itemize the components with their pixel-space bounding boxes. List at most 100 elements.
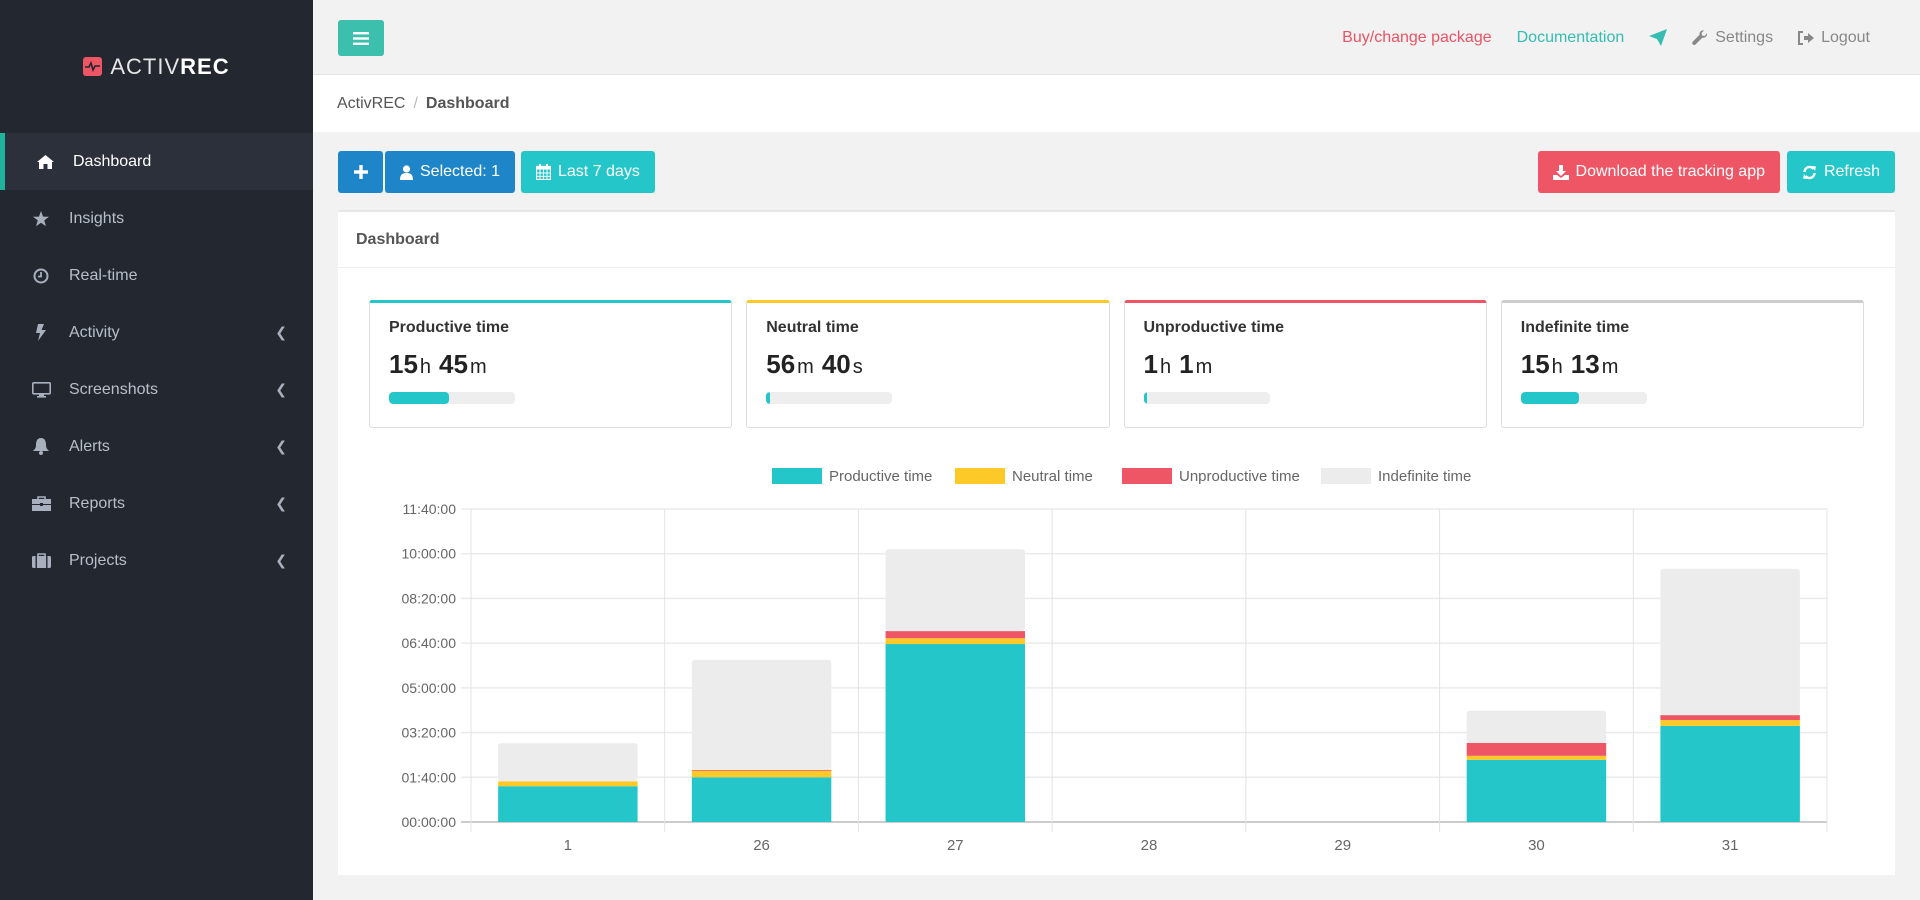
legend-label: Productive time	[829, 468, 932, 485]
card-progress-bar	[1143, 392, 1270, 404]
bar-segment-unproductive-time[interactable]	[1660, 715, 1800, 721]
value-number: 56	[766, 349, 796, 379]
bar-segment-unproductive-time[interactable]	[1466, 742, 1607, 756]
sidebar-item-label: Reports	[69, 494, 126, 512]
value-number: 40	[821, 349, 851, 379]
y-tick-label: 10:00:00	[402, 546, 457, 562]
toolbar: Selected: 1 Last 7 days Download the tra…	[338, 151, 1895, 193]
chevron-left-icon[interactable]: ❮	[275, 495, 287, 512]
bar-segment-neutral-time[interactable]	[498, 781, 638, 787]
selected-label: Selected: 1	[420, 163, 501, 180]
legend-swatch	[1321, 468, 1371, 484]
bar-segment-indefinite-time[interactable]	[885, 549, 1026, 632]
panel-title: Dashboard	[338, 212, 1895, 268]
value-number: 15	[389, 349, 418, 379]
menu-toggle-button[interactable]	[338, 20, 384, 56]
sidebar-item-real-time[interactable]: Real-time	[0, 247, 313, 304]
add-button[interactable]	[338, 151, 383, 193]
legend-label: Indefinite time	[1378, 468, 1471, 485]
bar-segment-indefinite-time[interactable]	[691, 659, 832, 770]
card-progress-bar	[1520, 392, 1647, 404]
value-number: 15	[1520, 349, 1550, 379]
sidebar-item-label: Screenshots	[69, 380, 158, 398]
bar-segment-productive-time[interactable]	[1660, 725, 1800, 822]
legend-label: Neutral time	[1012, 468, 1093, 485]
bar-segment-neutral-time[interactable]	[1660, 720, 1800, 726]
send-message-link[interactable]	[1649, 29, 1668, 46]
sidebar-item-alerts[interactable]: Alerts ❮	[0, 418, 313, 475]
sidebar-item-activity[interactable]: Activity ❮	[0, 304, 313, 361]
star-icon	[31, 210, 51, 227]
value-unit: m	[469, 356, 487, 378]
paper-plane-icon	[1649, 29, 1668, 46]
sidebar-item-dashboard[interactable]: Dashboard	[0, 133, 313, 190]
breadcrumb-current: Dashboard	[425, 94, 510, 112]
breadcrumb-root[interactable]: ActivREC	[337, 95, 405, 113]
dashboard-panel: Dashboard Productive time 15 h 45 m Neutral t…	[338, 210, 1895, 875]
bar-segment-neutral-time[interactable]	[1466, 755, 1607, 760]
card-title: Neutral time	[766, 319, 859, 336]
refresh-button[interactable]: Refresh	[1786, 151, 1895, 193]
sidebar-item-reports[interactable]: Reports ❮	[0, 475, 313, 532]
chevron-left-icon[interactable]: ❮	[275, 324, 287, 341]
stacked-bar-chart: Productive time Neutral time Unproductive …	[402, 468, 1828, 854]
hamburger-icon	[353, 31, 369, 45]
chevron-left-icon[interactable]: ❮	[275, 438, 287, 455]
refresh-label: Refresh	[1823, 163, 1880, 180]
bar-segment-neutral-time[interactable]	[691, 770, 832, 778]
documentation-link[interactable]: Documentation	[1517, 29, 1625, 47]
sidebar-item-insights[interactable]: Insights	[0, 190, 313, 247]
sidebar-nav: Dashboard Insights Real-time Activity ❮ Scree…	[0, 133, 313, 589]
sidebar-item-label: Insights	[69, 209, 125, 227]
value-number: 45	[439, 349, 468, 379]
legend-swatch	[772, 468, 822, 484]
card-value: 56 m 40 s	[766, 349, 1089, 380]
y-tick-label: 05:00:00	[402, 680, 457, 696]
summary-cards: Productive time 15 h 45 m Neutral time 56 m 40 s U…	[369, 300, 1864, 428]
value-unit: h	[1159, 356, 1172, 378]
download-label: Download the tracking app	[1575, 163, 1765, 180]
bar-segment-unproductive-time[interactable]	[691, 769, 832, 771]
legend-label: Unproductive time	[1179, 468, 1300, 485]
x-tick-label: 30	[1528, 837, 1545, 854]
logo[interactable]: ACTIVREC	[0, 0, 313, 133]
bar-segment-indefinite-time[interactable]	[1660, 568, 1800, 716]
date-range-button[interactable]: Last 7 days	[521, 151, 655, 193]
clock-icon	[31, 268, 51, 284]
sidebar-item-projects[interactable]: Projects ❮	[0, 532, 313, 589]
summary-card-indefinite-time: Indefinite time 15 h 13 m	[1500, 300, 1864, 428]
user-icon	[400, 164, 413, 180]
bar-segment-productive-time[interactable]	[1466, 759, 1607, 822]
sidebar-item-screenshots[interactable]: Screenshots ❮	[0, 361, 313, 418]
sidebar-item-label: Dashboard	[73, 152, 152, 170]
bar-segment-indefinite-time[interactable]	[498, 743, 638, 782]
desktop-icon	[31, 381, 51, 398]
chevron-left-icon[interactable]: ❮	[275, 552, 287, 569]
summary-card-neutral-time: Neutral time 56 m 40 s	[746, 300, 1110, 428]
plus-icon	[353, 165, 368, 179]
card-progress-fill	[766, 392, 771, 404]
summary-card-productive-time: Productive time 15 h 45 m	[369, 300, 733, 428]
logout-link[interactable]: Logout	[1798, 29, 1870, 47]
daily-time-chart: Productive time Neutral time Unproductive …	[338, 457, 1895, 857]
logo-text: ACTIVREC	[110, 53, 230, 79]
bar-segment-neutral-time[interactable]	[885, 638, 1026, 645]
download-app-button[interactable]: Download the tracking app	[1537, 151, 1780, 193]
value-unit: s	[852, 356, 863, 378]
chevron-left-icon[interactable]: ❮	[275, 381, 287, 398]
settings-link[interactable]: Settings	[1692, 29, 1773, 47]
bar-segment-unproductive-time[interactable]	[885, 631, 1026, 639]
y-tick-label: 00:00:00	[402, 814, 457, 830]
selected-users-button[interactable]: Selected: 1	[385, 151, 516, 193]
suitcase-icon	[31, 553, 51, 568]
bar-segment-indefinite-time[interactable]	[1466, 710, 1607, 743]
breadcrumb: ActivREC / Dashboard	[313, 75, 1920, 132]
buy-package-link[interactable]: Buy/change package	[1342, 29, 1491, 47]
bar-segment-productive-time[interactable]	[885, 644, 1026, 822]
download-icon	[1552, 164, 1569, 180]
bar-segment-productive-time[interactable]	[498, 786, 638, 822]
sidebar-item-label: Activity	[69, 323, 120, 341]
pulse-logo-icon	[83, 57, 103, 76]
bar-segment-productive-time[interactable]	[691, 777, 832, 822]
x-tick-label: 27	[947, 837, 964, 854]
